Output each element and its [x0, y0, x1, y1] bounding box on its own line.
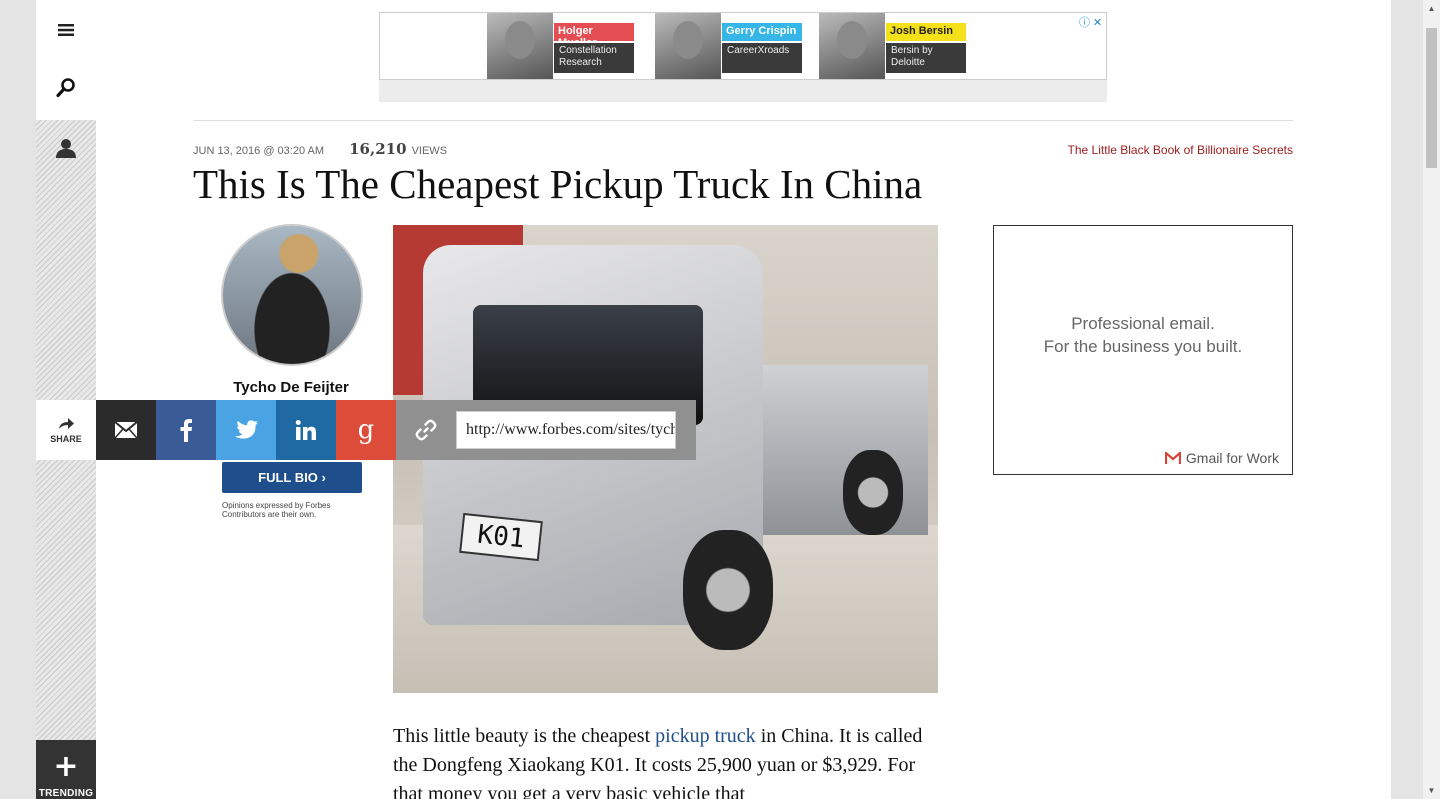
ad-person-name: Josh Bersin — [886, 23, 966, 41]
divider — [193, 120, 1293, 121]
facebook-share-button[interactable] — [156, 400, 216, 460]
ad-person-org: Constellation Research — [554, 43, 634, 73]
ad-person-org: Bersin by Deloitte — [886, 43, 966, 73]
article-title: This Is The Cheapest Pickup Truck In Chi… — [193, 161, 923, 207]
hamburger-icon[interactable] — [36, 14, 96, 46]
pickup-truck-link[interactable]: pickup truck — [655, 725, 756, 747]
ad-close-icon[interactable]: ✕ — [1091, 16, 1104, 29]
ad-info-icon[interactable]: ⓘ — [1078, 14, 1091, 30]
twitter-share-button[interactable] — [216, 400, 276, 460]
author-avatar[interactable] — [221, 224, 363, 366]
trending-label: TRENDING — [38, 788, 94, 799]
publish-date: JUN 13, 2016 @ 03:20 AM — [193, 145, 325, 157]
page: + TRENDING Holger Mueller Constellation … — [36, 0, 1391, 799]
facebook-icon — [180, 419, 192, 442]
ad-person-photo — [655, 13, 721, 79]
views-label: VIEWS — [411, 145, 448, 157]
share-label: SHARE — [50, 434, 82, 444]
right-ad[interactable]: Professional email. For the business you… — [993, 225, 1293, 475]
gmail-icon — [1164, 452, 1181, 464]
copy-link-button[interactable] — [396, 400, 456, 460]
ad-brand: Gmail for Work — [1185, 450, 1279, 466]
opinions-disclaimer: Opinions expressed by Forbes Contributor… — [222, 501, 331, 519]
article-meta: JUN 13, 2016 @ 03:20 AM 16,210 VIEWS — [193, 140, 447, 158]
ad-line-2: For the business you built. — [1043, 337, 1243, 356]
ad-person-photo — [819, 13, 885, 79]
mail-icon — [115, 422, 137, 438]
share-url-field[interactable]: http://www.forbes.com/sites/tychodefeijt… — [456, 411, 676, 449]
full-bio-button[interactable]: FULL BIO › — [222, 462, 362, 493]
scroll-up-icon[interactable]: ▲ — [1423, 0, 1440, 17]
scrollbar-thumb[interactable] — [1426, 28, 1437, 168]
promo-link[interactable]: The Little Black Book of Billionaire Sec… — [1068, 143, 1293, 157]
chevron-right-icon: › — [321, 470, 326, 485]
plus-icon: + — [53, 749, 79, 784]
trending-button[interactable]: + TRENDING — [36, 740, 96, 799]
share-arrow-icon — [59, 418, 74, 429]
google-plus-icon: g — [357, 415, 375, 445]
twitter-icon — [235, 420, 258, 439]
share-bar: SHARE g http://www.forbes.com/sites/tych… — [36, 400, 696, 460]
full-bio-label: FULL BIO — [258, 470, 318, 485]
ad-person-org: CareerXroads — [722, 43, 802, 73]
ad-person-photo — [487, 13, 553, 79]
user-icon[interactable] — [36, 132, 96, 164]
google-plus-share-button[interactable]: g — [336, 400, 396, 460]
license-plate: K01 — [459, 512, 543, 562]
views-count: 16,210 — [349, 140, 407, 158]
top-ad-banner[interactable]: Holger Mueller Constellation Research Ge… — [379, 12, 1107, 102]
body-text-start: This little beauty is the cheapest — [393, 725, 656, 747]
ad-line-1: Professional email. — [1071, 314, 1215, 333]
email-share-button[interactable] — [96, 400, 156, 460]
article-body: This little beauty is the cheapest picku… — [393, 722, 938, 799]
scroll-down-icon[interactable]: ▼ — [1423, 782, 1440, 799]
linkedin-share-button[interactable] — [276, 400, 336, 460]
share-button[interactable]: SHARE — [36, 400, 96, 460]
author-name[interactable]: Tycho De Feijter — [193, 379, 389, 396]
linkedin-icon — [295, 420, 316, 440]
link-icon — [415, 419, 437, 441]
ad-person-name: Gerry Crispin — [722, 23, 802, 41]
vertical-scrollbar[interactable]: ▲ ▼ — [1423, 0, 1440, 799]
ad-person-name: Holger Mueller — [554, 23, 634, 49]
search-icon[interactable] — [36, 72, 96, 104]
